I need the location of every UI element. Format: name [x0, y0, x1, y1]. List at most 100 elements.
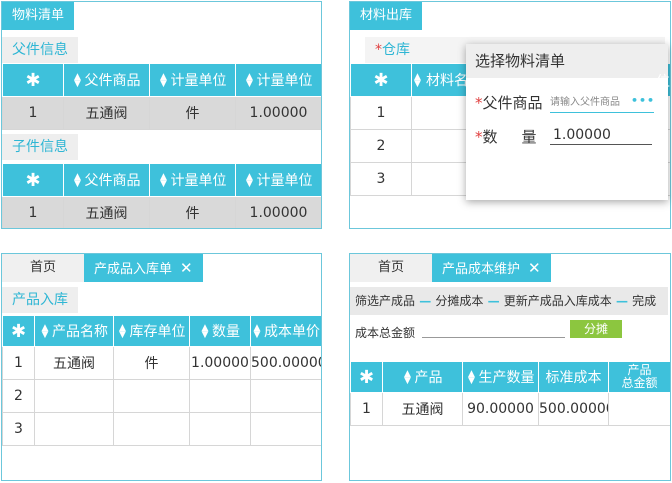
- cell-standard-cost: 500.00000: [538, 392, 609, 426]
- col-header-unit[interactable]: ▲ ▼ 计量单位: [149, 63, 236, 97]
- table-row[interactable]: 2: [2, 379, 321, 413]
- cell-unit[interactable]: [113, 412, 190, 446]
- table-row[interactable]: 1 五通阀 件 1.00000: [2, 196, 321, 228]
- tab-material-out[interactable]: 材料出库: [350, 2, 423, 30]
- table-row[interactable]: 1 五通阀 件 1.00000: [2, 96, 321, 130]
- child-table: ✱ ▲ ▼ 父件商品 ▲ ▼ 计量单位 ▲ ▼ 计量单位 1 五通阀 件 1.00000: [2, 163, 321, 228]
- step-done[interactable]: 完成: [632, 294, 656, 308]
- cell-cost[interactable]: [250, 412, 321, 446]
- col-header-unit[interactable]: ▲ ▼ 计量单位: [149, 163, 236, 197]
- table-row[interactable]: 1 五通阀 件 1.00000 500.00000: [2, 346, 321, 380]
- sort-icon[interactable]: ▲ ▼: [40, 324, 50, 340]
- select-bom-dialog: 选择物料清单 *父件商品 请输入父件商品 ••• *数量 1.00000: [466, 44, 668, 200]
- step-allocate[interactable]: 分摊成本: [435, 294, 483, 308]
- row-index: 1: [2, 346, 35, 380]
- cell-product[interactable]: 五通阀: [34, 346, 114, 380]
- cell-product: 五通阀: [382, 392, 463, 426]
- product-inbound-section: 产品入库: [2, 287, 78, 313]
- sort-icon[interactable]: ▲ ▼: [73, 173, 83, 189]
- allocate-button[interactable]: 分摊: [570, 320, 622, 338]
- more-options-icon[interactable]: •••: [631, 94, 655, 107]
- col-header-product[interactable]: ▲ ▼ 产品: [382, 361, 463, 393]
- table-row[interactable]: 1 五通阀 90.00000 500.00000: [350, 392, 670, 426]
- col-header-quantity[interactable]: ▲ ▼ 数量: [189, 315, 251, 347]
- quantity-label: *数量: [475, 128, 537, 146]
- row-index: 1: [2, 196, 64, 228]
- sort-icon[interactable]: ▲ ▼: [159, 173, 169, 189]
- process-steps: 筛选产成品 — 分摊成本 — 更新产成品入库成本 — 完成: [350, 287, 668, 315]
- tab-home[interactable]: 首页: [350, 254, 432, 282]
- tab-finished-goods[interactable]: 产成品入库单 ✕: [84, 254, 203, 282]
- cost-table: ✱ ▲ ▼ 产品 ▲ ▼ 生产数量 标准成本 产品 总金额 1 五通阀 90.00000 …: [350, 361, 670, 426]
- col-header-unit-cost[interactable]: ▲ ▼ 成本单价: [250, 315, 321, 347]
- col-header-parent-product[interactable]: ▲ ▼ 父件商品: [63, 163, 150, 197]
- settings-gear-icon[interactable]: ✱: [2, 63, 64, 97]
- cell-cost[interactable]: [250, 379, 321, 413]
- sort-icon[interactable]: ▲ ▼: [245, 173, 255, 189]
- cell-product: 五通阀: [63, 196, 150, 228]
- sort-icon[interactable]: ▲ ▼: [403, 370, 413, 386]
- col-header-product-name[interactable]: ▲ ▼ 产品名称: [34, 315, 114, 347]
- parent-info-section: 父件信息: [2, 37, 78, 63]
- table-row[interactable]: 3: [2, 412, 321, 446]
- row-index: 2: [2, 379, 35, 413]
- cell-qty[interactable]: [189, 412, 251, 446]
- tab-bom[interactable]: 物料清单: [2, 2, 75, 30]
- sort-icon[interactable]: ▲ ▼: [200, 324, 210, 340]
- required-star: *: [375, 42, 382, 58]
- close-icon[interactable]: ✕: [528, 254, 541, 282]
- settings-gear-icon[interactable]: ✱: [2, 315, 35, 347]
- cost-maintenance-panel: 首页 产品成本维护 ✕ 筛选产成品 — 分摊成本 — 更新产成品入库成本 — 完成…: [349, 253, 671, 481]
- settings-gear-icon[interactable]: ✱: [350, 361, 383, 393]
- finished-goods-panel: 首页 产成品入库单 ✕ 产品入库 ✱ ▲ ▼ 产品名称 ▲ ▼ 库存单位 ▲ ▼ 数量 ▲ ▼ 成…: [1, 253, 322, 481]
- cell-total-amount[interactable]: [608, 392, 670, 426]
- cell-product: 五通阀: [63, 96, 150, 130]
- parent-table: ✱ ▲ ▼ 父件商品 ▲ ▼ 计量单位 ▲ ▼ 计量单位 1 五通阀 件 1.00000: [2, 63, 321, 130]
- settings-gear-icon[interactable]: ✱: [350, 63, 412, 97]
- sort-icon[interactable]: ▲ ▼: [73, 73, 83, 89]
- sort-icon[interactable]: ▲ ▼: [414, 73, 424, 89]
- cell-qty[interactable]: [189, 379, 251, 413]
- required-star: *: [475, 94, 483, 112]
- col-header-total-amount[interactable]: 产品 总金额: [608, 361, 670, 393]
- row-index: 1: [350, 392, 383, 426]
- dialog-title: 选择物料清单: [466, 44, 668, 78]
- cell-cost[interactable]: 500.00000: [250, 346, 321, 380]
- inbound-table: ✱ ▲ ▼ 产品名称 ▲ ▼ 库存单位 ▲ ▼ 数量 ▲ ▼ 成本单价 1 五通阀 件 1.00…: [2, 315, 321, 446]
- col-header-unit-2[interactable]: ▲ ▼ 计量单位: [235, 163, 321, 197]
- quantity-input[interactable]: 1.00000: [550, 125, 652, 145]
- col-header-stock-unit[interactable]: ▲ ▼ 库存单位: [113, 315, 190, 347]
- row-index: 3: [2, 412, 35, 446]
- settings-gear-icon[interactable]: ✱: [2, 163, 64, 197]
- step-update[interactable]: 更新产成品入库成本: [504, 294, 612, 308]
- cell-qty: 1.00000: [235, 96, 321, 130]
- step-filter[interactable]: 筛选产成品: [355, 294, 415, 308]
- tab-home[interactable]: 首页: [2, 254, 84, 282]
- header-tail-char: 位: [656, 74, 670, 90]
- cell-unit[interactable]: [113, 379, 190, 413]
- cell-product[interactable]: [34, 379, 114, 413]
- child-info-section: 子件信息: [2, 134, 78, 160]
- col-header-unit-2[interactable]: ▲ ▼ 计量单位: [235, 63, 321, 97]
- row-index: 2: [350, 129, 412, 163]
- col-header-production-qty[interactable]: ▲ ▼ 生产数量: [462, 361, 539, 393]
- required-star: *: [475, 128, 483, 146]
- col-header-parent-product[interactable]: ▲ ▼ 父件商品: [63, 63, 150, 97]
- bom-panel: 物料清单 父件信息 ✱ ▲ ▼ 父件商品 ▲ ▼ 计量单位 ▲ ▼ 计量单位 1 五通阀 件…: [1, 1, 322, 229]
- sort-icon[interactable]: ▲ ▼: [118, 324, 128, 340]
- row-index: 1: [2, 96, 64, 130]
- row-index: 1: [350, 96, 412, 130]
- sort-icon[interactable]: ▲ ▼: [245, 73, 255, 89]
- cell-unit[interactable]: 件: [113, 346, 190, 380]
- cell-qty[interactable]: 1.00000: [189, 346, 251, 380]
- sort-icon[interactable]: ▲ ▼: [252, 324, 262, 340]
- cell-production-qty: 90.00000: [462, 392, 539, 426]
- row-index: 3: [350, 162, 412, 196]
- close-icon[interactable]: ✕: [180, 254, 193, 282]
- tab-cost-maintenance[interactable]: 产品成本维护 ✕: [432, 254, 551, 282]
- sort-icon[interactable]: ▲ ▼: [467, 370, 477, 386]
- sort-icon[interactable]: ▲ ▼: [159, 73, 169, 89]
- cell-product[interactable]: [34, 412, 114, 446]
- total-cost-input[interactable]: [422, 337, 565, 338]
- col-header-standard-cost[interactable]: 标准成本: [538, 361, 609, 393]
